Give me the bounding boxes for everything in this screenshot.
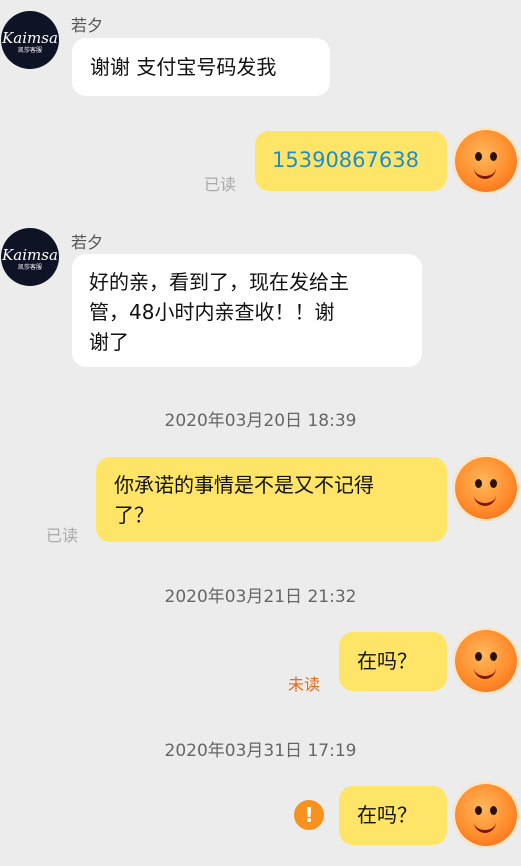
phone-number-link[interactable]: 15390867638 xyxy=(272,148,419,172)
message-bubble-outgoing[interactable]: 15390867638 xyxy=(255,131,447,191)
message-bubble-outgoing[interactable]: 在吗？ xyxy=(339,786,447,845)
my-avatar[interactable] xyxy=(453,128,519,194)
message-bubble-outgoing[interactable]: 你承诺的事情是不是又不记得 了？ xyxy=(96,457,447,542)
unread-status: 未读 xyxy=(288,675,321,694)
my-avatar[interactable] xyxy=(453,628,519,694)
read-status: 已读 xyxy=(204,175,237,194)
message-text-line: 管，48小时内亲查收！！谢 xyxy=(89,300,335,324)
read-status: 已读 xyxy=(46,526,79,545)
message-text: 在吗？ xyxy=(357,803,417,827)
message-text: 谢谢 支付宝号码发我 xyxy=(90,55,277,79)
contact-avatar[interactable]: Kaimsa 凯莎客服 xyxy=(1,11,59,69)
sender-name: 若夕 xyxy=(71,16,104,35)
message-text-line: 好的亲，看到了，现在发给主 xyxy=(89,270,349,294)
avatar-logo-text: Kaimsa xyxy=(2,29,58,47)
contact-avatar[interactable]: Kaimsa 凯莎客服 xyxy=(1,228,59,286)
message-bubble-incoming[interactable]: 谢谢 支付宝号码发我 xyxy=(72,38,330,96)
send-failed-icon[interactable]: ! xyxy=(294,800,324,830)
message-text: 在吗？ xyxy=(357,649,417,673)
message-text-line: 了？ xyxy=(114,503,154,527)
message-text-line: 你承诺的事情是不是又不记得 xyxy=(114,473,374,497)
timestamp: 2020年03月20日 18:39 xyxy=(164,411,357,431)
avatar-logo-subtext: 凯莎客服 xyxy=(17,264,42,271)
timestamp: 2020年03月21日 21:32 xyxy=(164,587,357,607)
message-bubble-outgoing[interactable]: 在吗？ xyxy=(339,632,447,691)
avatar-logo-text: Kaimsa xyxy=(2,246,58,264)
my-avatar[interactable] xyxy=(453,782,519,848)
sender-name: 若夕 xyxy=(71,233,104,252)
my-avatar[interactable] xyxy=(453,455,519,521)
avatar-logo-subtext: 凯莎客服 xyxy=(17,47,42,54)
message-text-line: 谢了 xyxy=(89,330,129,354)
message-bubble-incoming[interactable]: 好的亲，看到了，现在发给主 管，48小时内亲查收！！谢 谢了 xyxy=(72,254,422,367)
timestamp: 2020年03月31日 17:19 xyxy=(164,741,357,761)
